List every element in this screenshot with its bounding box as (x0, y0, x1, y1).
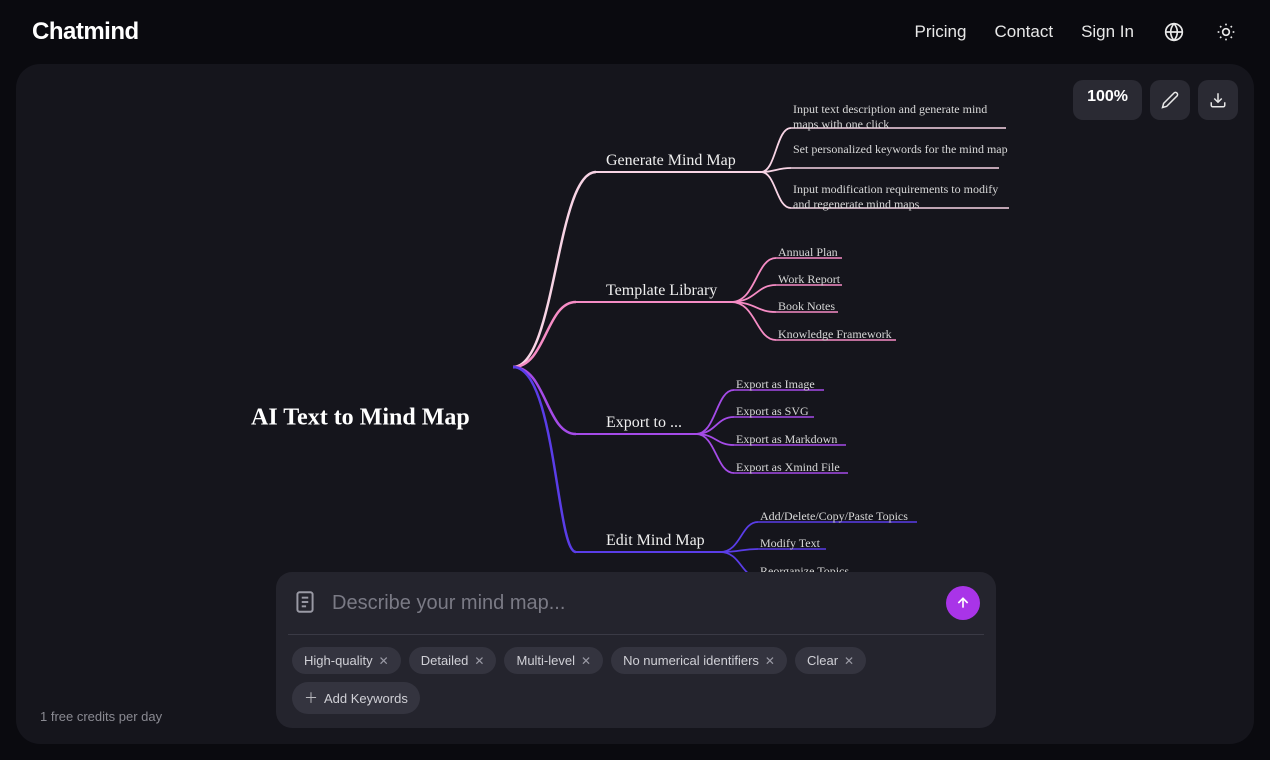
globe-icon[interactable] (1162, 20, 1186, 44)
leaf-node[interactable]: Annual Plan (778, 245, 838, 260)
close-icon[interactable]: ✕ (379, 654, 389, 668)
leaf-node[interactable]: Export as Xmind File (736, 460, 840, 475)
nav-signin[interactable]: Sign In (1081, 22, 1134, 42)
add-keyword-button[interactable]: ＋Add Keywords (292, 682, 420, 714)
keyword-chip[interactable]: Multi-level✕ (504, 647, 603, 674)
header: Chatmind Pricing Contact Sign In (0, 0, 1270, 64)
leaf-node[interactable]: Input modification requirements to modif… (793, 182, 1008, 212)
leaf-node[interactable]: Book Notes (778, 299, 835, 314)
leaf-node[interactable]: Input text description and generate mind… (793, 102, 1008, 132)
keyword-chip[interactable]: High-quality✕ (292, 647, 401, 674)
logo[interactable]: Chatmind (32, 18, 139, 46)
canvas: 100% (16, 64, 1254, 744)
send-button[interactable] (946, 586, 980, 620)
close-icon[interactable]: ✕ (474, 654, 484, 668)
keyword-chip[interactable]: Clear✕ (795, 647, 866, 674)
leaf-node[interactable]: Add/Delete/Copy/Paste Topics (760, 509, 908, 524)
branch-generate[interactable]: Generate Mind Map (606, 152, 736, 170)
branch-template[interactable]: Template Library (606, 282, 717, 300)
leaf-node[interactable]: Export as Markdown (736, 432, 837, 447)
divider (288, 634, 984, 635)
keyword-chip[interactable]: No numerical identifiers✕ (611, 647, 787, 674)
close-icon[interactable]: ✕ (844, 654, 854, 668)
keyword-row: High-quality✕ Detailed✕ Multi-level✕ No … (292, 647, 980, 714)
input-panel: High-quality✕ Detailed✕ Multi-level✕ No … (276, 572, 996, 728)
nav-pricing[interactable]: Pricing (915, 22, 967, 42)
root-node[interactable]: AI Text to Mind Map (251, 405, 470, 432)
credits-text: 1 free credits per day (40, 709, 162, 724)
nav: Pricing Contact Sign In (915, 20, 1239, 44)
leaf-node[interactable]: Set personalized keywords for the mind m… (793, 142, 1008, 157)
leaf-node[interactable]: Work Report (778, 272, 840, 287)
document-icon[interactable] (292, 589, 320, 617)
branch-edit[interactable]: Edit Mind Map (606, 532, 705, 550)
prompt-input[interactable] (332, 592, 934, 615)
keyword-chip[interactable]: Detailed✕ (409, 647, 497, 674)
leaf-node[interactable]: Export as Image (736, 377, 815, 392)
nav-contact[interactable]: Contact (994, 22, 1053, 42)
plus-icon: ＋ (304, 688, 318, 708)
close-icon[interactable]: ✕ (765, 654, 775, 668)
sun-icon[interactable] (1214, 20, 1238, 44)
leaf-node[interactable]: Modify Text (760, 536, 820, 551)
leaf-node[interactable]: Knowledge Framework (778, 327, 892, 342)
close-icon[interactable]: ✕ (581, 654, 591, 668)
branch-export[interactable]: Export to ... (606, 414, 682, 432)
leaf-node[interactable]: Export as SVG (736, 404, 809, 419)
